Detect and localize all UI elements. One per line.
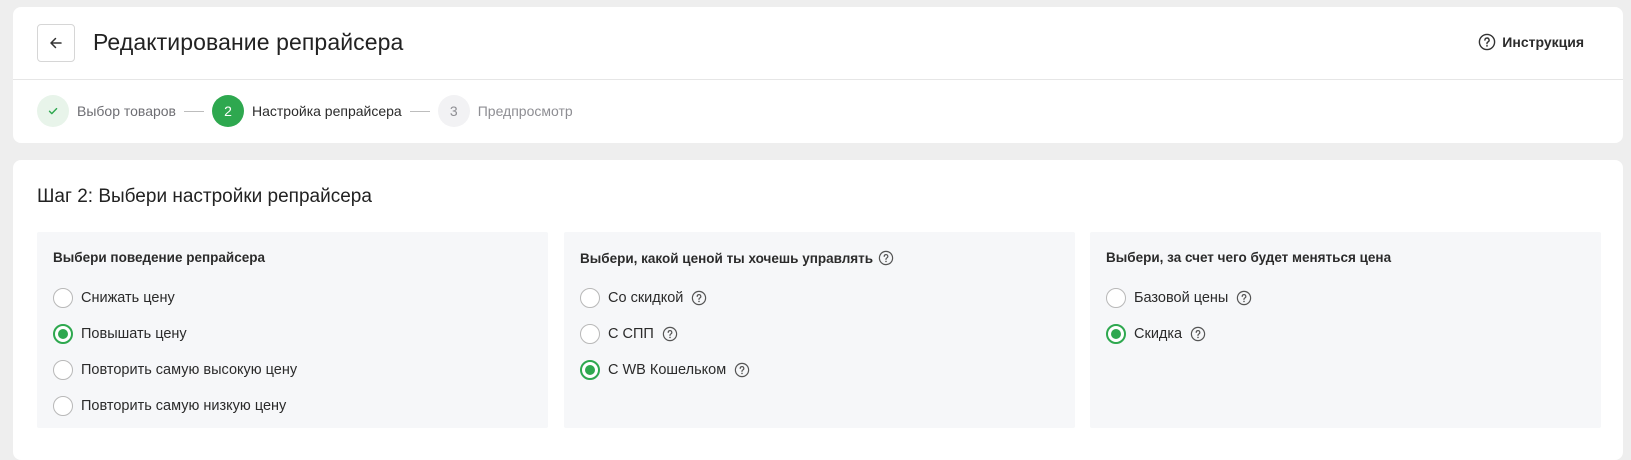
panel-title: Выбери поведение репрайсера [53, 250, 265, 265]
panel-title-text: Выбери, за счет чего будет меняться цена [1106, 250, 1392, 265]
behavior-panel: Выбери поведение репрайсера Снижать цену… [37, 232, 548, 428]
radio-button[interactable] [53, 396, 73, 416]
radio-label: Повторить самую высокую цену [81, 362, 298, 378]
radio-label: Со скидкой [608, 290, 684, 306]
radio-option-lower-price[interactable]: Снижать цену [53, 280, 297, 316]
radio-group-behavior: Снижать цену Повышать цену Повторить сам… [53, 280, 297, 424]
back-button[interactable] [37, 24, 75, 62]
radio-option-match-lowest[interactable]: Повторить самую низкую цену [53, 388, 297, 424]
radio-button[interactable] [53, 360, 73, 380]
price-source-panel: Выбери, за счет чего будет меняться цена… [1090, 232, 1601, 428]
step-preview[interactable]: 3 Предпросмотр [437, 95, 573, 127]
step-label: Предпросмотр [477, 103, 573, 119]
radio-label: Повышать цену [81, 326, 187, 342]
question-circle-icon[interactable] [1236, 290, 1252, 306]
radio-option-with-spp[interactable]: С СПП [580, 316, 750, 352]
step-connector [409, 110, 430, 112]
radio-label: С WB Кошельком [608, 362, 727, 378]
section-title: Шаг 2: Выбери настройки репрайсера [37, 186, 372, 207]
radio-button[interactable] [53, 288, 73, 308]
price-type-panel: Выбери, какой ценой ты хочешь управлять … [564, 232, 1075, 428]
radio-button[interactable] [53, 324, 73, 344]
radio-button[interactable] [580, 288, 600, 308]
header-divider [13, 79, 1623, 80]
header-card: Редактирование репрайсера Инструкция Выб… [13, 7, 1623, 143]
page-title: Редактирование репрайсера [93, 29, 404, 55]
checkmark-icon [48, 107, 58, 115]
step-repricer-settings[interactable]: 2 Настройка репрайсера [212, 95, 402, 127]
step-number-badge: 3 [437, 95, 470, 127]
radio-option-discount[interactable]: Скидка [1106, 316, 1252, 352]
question-circle-icon[interactable] [734, 362, 750, 378]
radio-option-with-discount[interactable]: Со скидкой [580, 280, 750, 316]
radio-button[interactable] [580, 360, 600, 380]
radio-option-raise-price[interactable]: Повышать цену [53, 316, 297, 352]
radio-option-base-price[interactable]: Базовой цены [1106, 280, 1252, 316]
step-number-badge: 2 [212, 95, 244, 127]
panel-title: Выбери, какой ценой ты хочешь управлять [580, 250, 894, 266]
panel-title-text: Выбери, какой ценой ты хочешь управлять [580, 250, 874, 266]
step-done-badge [37, 95, 69, 127]
settings-card: Шаг 2: Выбери настройки репрайсера Выбер… [13, 160, 1623, 460]
instruction-link[interactable]: Инструкция [1478, 33, 1584, 51]
radio-label: Скидка [1134, 326, 1183, 342]
panel-title-text: Выбери поведение репрайсера [53, 250, 265, 265]
radio-label: С СПП [608, 326, 654, 342]
radio-option-match-highest[interactable]: Повторить самую высокую цену [53, 352, 297, 388]
radio-label: Снижать цену [81, 290, 175, 306]
step-label: Выбор товаров [77, 103, 176, 119]
radio-button[interactable] [1106, 288, 1126, 308]
radio-option-with-wb-wallet[interactable]: С WB Кошельком [580, 352, 750, 388]
question-circle-icon[interactable] [878, 250, 894, 266]
step-label: Настройка репрайсера [252, 103, 402, 119]
radio-button[interactable] [1106, 324, 1126, 344]
question-circle-icon[interactable] [691, 290, 707, 306]
radio-group-price-type: Со скидкой С СПП С WB Кошельком [580, 280, 750, 388]
radio-label: Базовой цены [1134, 290, 1229, 306]
radio-button[interactable] [580, 324, 600, 344]
question-circle-icon [1478, 33, 1496, 51]
step-connector [184, 110, 204, 112]
step-product-selection[interactable]: Выбор товаров [37, 95, 176, 127]
radio-label: Повторить самую низкую цену [81, 398, 287, 414]
instruction-label: Инструкция [1502, 34, 1584, 50]
arrow-left-icon [50, 37, 62, 49]
question-circle-icon[interactable] [1190, 326, 1206, 342]
panel-title: Выбери, за счет чего будет меняться цена [1106, 250, 1391, 265]
stepper: Выбор товаров 2 Настройка репрайсера 3 П… [37, 95, 573, 127]
radio-group-price-source: Базовой цены Скидка [1106, 280, 1252, 352]
question-circle-icon[interactable] [662, 326, 678, 342]
